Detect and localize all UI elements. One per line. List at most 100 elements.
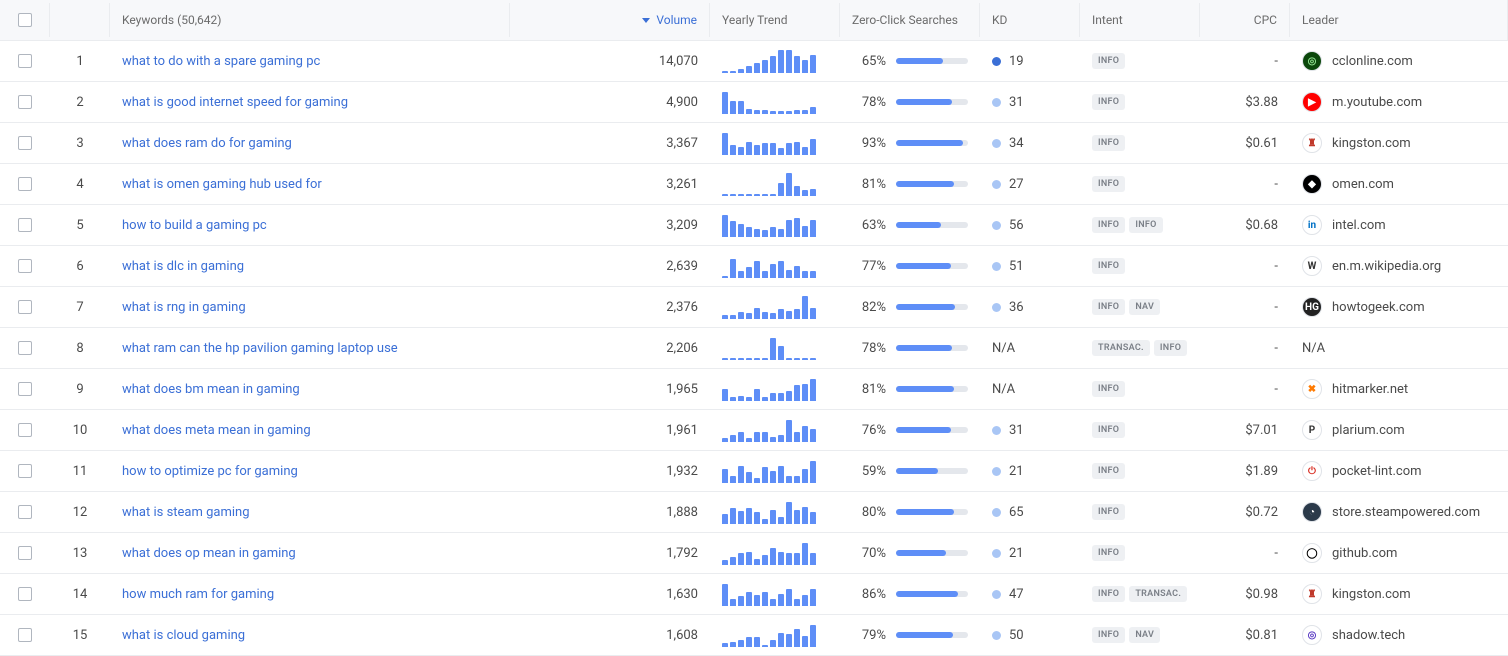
row-checkbox[interactable] — [18, 382, 32, 396]
kd-dot-icon — [992, 180, 1001, 189]
row-index: 10 — [50, 423, 110, 438]
row-index: 7 — [50, 300, 110, 315]
keyword-link[interactable]: what ram can the hp pavilion gaming lapt… — [122, 341, 398, 356]
keyword-link[interactable]: what to do with a spare gaming pc — [122, 54, 320, 69]
kd-dot-icon — [992, 262, 1001, 271]
zeroclick-pct: 82% — [852, 300, 886, 315]
intent-badge: TRANSAC. — [1092, 340, 1150, 356]
row-checkbox[interactable] — [18, 546, 32, 560]
trend-sparkline — [710, 49, 840, 73]
keyword-cell: how to build a gaming pc — [110, 218, 510, 233]
keyword-cell: what does op mean in gaming — [110, 546, 510, 561]
keyword-link[interactable]: what is omen gaming hub used for — [122, 177, 322, 192]
leader-header[interactable]: Leader — [1290, 3, 1508, 37]
row-checkbox-cell — [0, 382, 50, 396]
row-checkbox[interactable] — [18, 300, 32, 314]
row-checkbox[interactable] — [18, 587, 32, 601]
row-checkbox[interactable] — [18, 505, 32, 519]
keyword-cell: how to optimize pc for gaming — [110, 464, 510, 479]
select-all-cell — [0, 3, 50, 37]
zeroclick-pct: 59% — [852, 464, 886, 479]
volume-cell: 2,639 — [510, 259, 710, 274]
intent-badge: INFO — [1092, 586, 1125, 602]
kd-value: 31 — [1009, 95, 1024, 110]
kd-cell: 56 — [980, 218, 1080, 233]
keyword-link[interactable]: how to optimize pc for gaming — [122, 464, 298, 479]
volume-header[interactable]: Volume — [510, 3, 710, 37]
cpc-cell: - — [1200, 259, 1290, 274]
kd-header[interactable]: KD — [980, 3, 1080, 37]
row-checkbox[interactable] — [18, 259, 32, 273]
trend-header[interactable]: Yearly Trend — [710, 3, 840, 37]
zeroclick-pct: 63% — [852, 218, 886, 233]
volume-cell: 3,261 — [510, 177, 710, 192]
kd-cell: 21 — [980, 546, 1080, 561]
volume-cell: 3,209 — [510, 218, 710, 233]
intent-cell: INFONAV — [1080, 299, 1200, 315]
kd-dot-icon — [992, 549, 1001, 558]
zeroclick-pct: 93% — [852, 136, 886, 151]
row-checkbox[interactable] — [18, 136, 32, 150]
intent-cell: INFO — [1080, 422, 1200, 438]
row-checkbox-cell — [0, 464, 50, 478]
zeroclick-header[interactable]: Zero-Click Searches — [840, 3, 980, 37]
kd-dot-icon — [992, 426, 1001, 435]
row-checkbox[interactable] — [18, 218, 32, 232]
zeroclick-bar — [896, 263, 968, 269]
keyword-link[interactable]: what is rng in gaming — [122, 300, 246, 315]
kd-dot-icon — [992, 221, 1001, 230]
intent-badge: INFO — [1092, 176, 1125, 192]
row-checkbox[interactable] — [18, 95, 32, 109]
keyword-cell: what is good internet speed for gaming — [110, 95, 510, 110]
kd-cell: 31 — [980, 423, 1080, 438]
keyword-link[interactable]: what is dlc in gaming — [122, 259, 244, 274]
leader-favicon-icon: ◎ — [1302, 51, 1322, 71]
kd-cell: N/A — [980, 341, 1080, 356]
intent-cell: INFO — [1080, 94, 1200, 110]
zeroclick-pct: 78% — [852, 95, 886, 110]
keyword-link[interactable]: what does ram do for gaming — [122, 136, 292, 151]
intent-header[interactable]: Intent — [1080, 3, 1200, 37]
keyword-link[interactable]: what is steam gaming — [122, 505, 250, 520]
keywords-header[interactable]: Keywords (50,642) — [110, 3, 510, 37]
leader-domain: howtogeek.com — [1332, 300, 1425, 315]
select-all-checkbox[interactable] — [18, 13, 32, 27]
cpc-header[interactable]: CPC — [1200, 3, 1290, 37]
zeroclick-bar — [896, 468, 968, 474]
kd-dot-icon — [992, 631, 1001, 640]
leader-cell: ◎shadow.tech — [1290, 625, 1508, 645]
zeroclick-bar — [896, 181, 968, 187]
keyword-link[interactable]: what does meta mean in gaming — [122, 423, 311, 438]
zeroclick-bar — [896, 632, 968, 638]
keyword-link[interactable]: how much ram for gaming — [122, 587, 274, 602]
keyword-link[interactable]: what does op mean in gaming — [122, 546, 296, 561]
leader-cell: ✖hitmarker.net — [1290, 379, 1508, 399]
volume-cell: 1,608 — [510, 628, 710, 643]
row-checkbox[interactable] — [18, 464, 32, 478]
leader-domain: N/A — [1302, 341, 1325, 356]
intent-badge: NAV — [1129, 627, 1160, 643]
intent-badge: INFO — [1092, 217, 1125, 233]
volume-cell: 1,630 — [510, 587, 710, 602]
row-checkbox-cell — [0, 218, 50, 232]
keyword-link[interactable]: how to build a gaming pc — [122, 218, 267, 233]
row-checkbox[interactable] — [18, 341, 32, 355]
row-checkbox-cell — [0, 628, 50, 642]
zeroclick-bar — [896, 591, 968, 597]
kd-cell: 31 — [980, 95, 1080, 110]
keyword-link[interactable]: what is cloud gaming — [122, 628, 245, 643]
kd-value: 21 — [1009, 464, 1024, 479]
zeroclick-cell: 65% — [840, 54, 980, 69]
zeroclick-bar — [896, 550, 968, 556]
row-checkbox[interactable] — [18, 423, 32, 437]
row-checkbox[interactable] — [18, 177, 32, 191]
row-checkbox[interactable] — [18, 54, 32, 68]
row-index: 3 — [50, 136, 110, 151]
table-row: 14how much ram for gaming1,63086%47INFOT… — [0, 574, 1508, 615]
leader-domain: store.steampowered.com — [1332, 505, 1480, 520]
keyword-link[interactable]: what does bm mean in gaming — [122, 382, 300, 397]
keyword-link[interactable]: what is good internet speed for gaming — [122, 95, 348, 110]
leader-cell: ◔store.steampowered.com — [1290, 502, 1508, 522]
zeroclick-bar — [896, 427, 968, 433]
row-checkbox[interactable] — [18, 628, 32, 642]
